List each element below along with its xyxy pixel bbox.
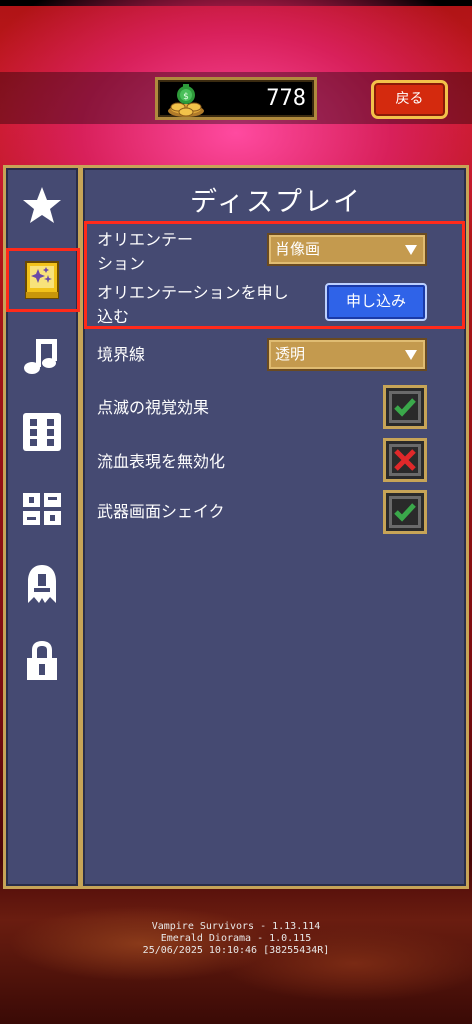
dice-icon[interactable]	[20, 410, 64, 454]
controller-icon[interactable]	[20, 487, 64, 531]
svg-text:$: $	[183, 92, 189, 102]
apply-orientation-label-line1: オリエンテーションを申し	[97, 283, 289, 302]
flash-effects-label: 点滅の視覚効果	[97, 398, 210, 417]
weapon-shake-checkbox[interactable]	[383, 490, 427, 534]
checkmark-icon	[392, 499, 418, 525]
orientation-dropdown[interactable]: 肖像画	[267, 233, 427, 266]
checkmark-icon	[392, 394, 418, 420]
ghost-icon[interactable]	[20, 562, 64, 606]
version-line-dlc: Emerald Diorama - 1.0.115	[160, 933, 312, 944]
border-dropdown[interactable]: 透明	[267, 338, 427, 371]
orientation-label-line2: ション	[97, 254, 146, 273]
version-line-build: 25/06/2025 10:10:46 [38255434R]	[142, 945, 330, 956]
flash-effects-checkbox[interactable]	[383, 385, 427, 429]
coin-count: 778	[266, 86, 306, 111]
weapon-shake-label: 武器画面シェイク	[97, 502, 225, 521]
version-line-game: Vampire Survivors - 1.13.114	[151, 921, 321, 932]
chevron-down-icon	[405, 350, 417, 360]
music-note-icon[interactable]	[20, 335, 64, 379]
orientation-label-line1: オリエンテー	[97, 230, 194, 249]
lock-icon[interactable]	[20, 638, 64, 682]
orientation-label: オリエンテー ション	[97, 228, 193, 276]
star-icon[interactable]	[20, 184, 64, 228]
apply-orientation-button[interactable]: 申し込み	[325, 283, 427, 321]
back-button[interactable]: 戻る	[371, 80, 448, 119]
coin-bag-icon: $	[168, 84, 204, 117]
border-dropdown-value: 透明	[275, 345, 306, 363]
disable-blood-label: 流血表現を無効化	[97, 452, 226, 471]
apply-orientation-label: オリエンテーションを申し 込む	[97, 281, 289, 329]
chevron-down-icon	[405, 245, 417, 255]
selected-category-highlight	[6, 248, 80, 312]
border-label: 境界線	[97, 345, 146, 364]
coin-counter: $ 778	[155, 77, 317, 120]
disable-blood-checkbox[interactable]	[383, 438, 427, 482]
cross-icon	[392, 447, 418, 473]
apply-orientation-label-line2: 込む	[97, 307, 130, 326]
page-title: ディスプレイ	[189, 187, 363, 218]
orientation-dropdown-value: 肖像画	[275, 240, 321, 258]
version-info: Vampire Survivors - 1.13.114 Emerald Dio…	[0, 921, 472, 957]
